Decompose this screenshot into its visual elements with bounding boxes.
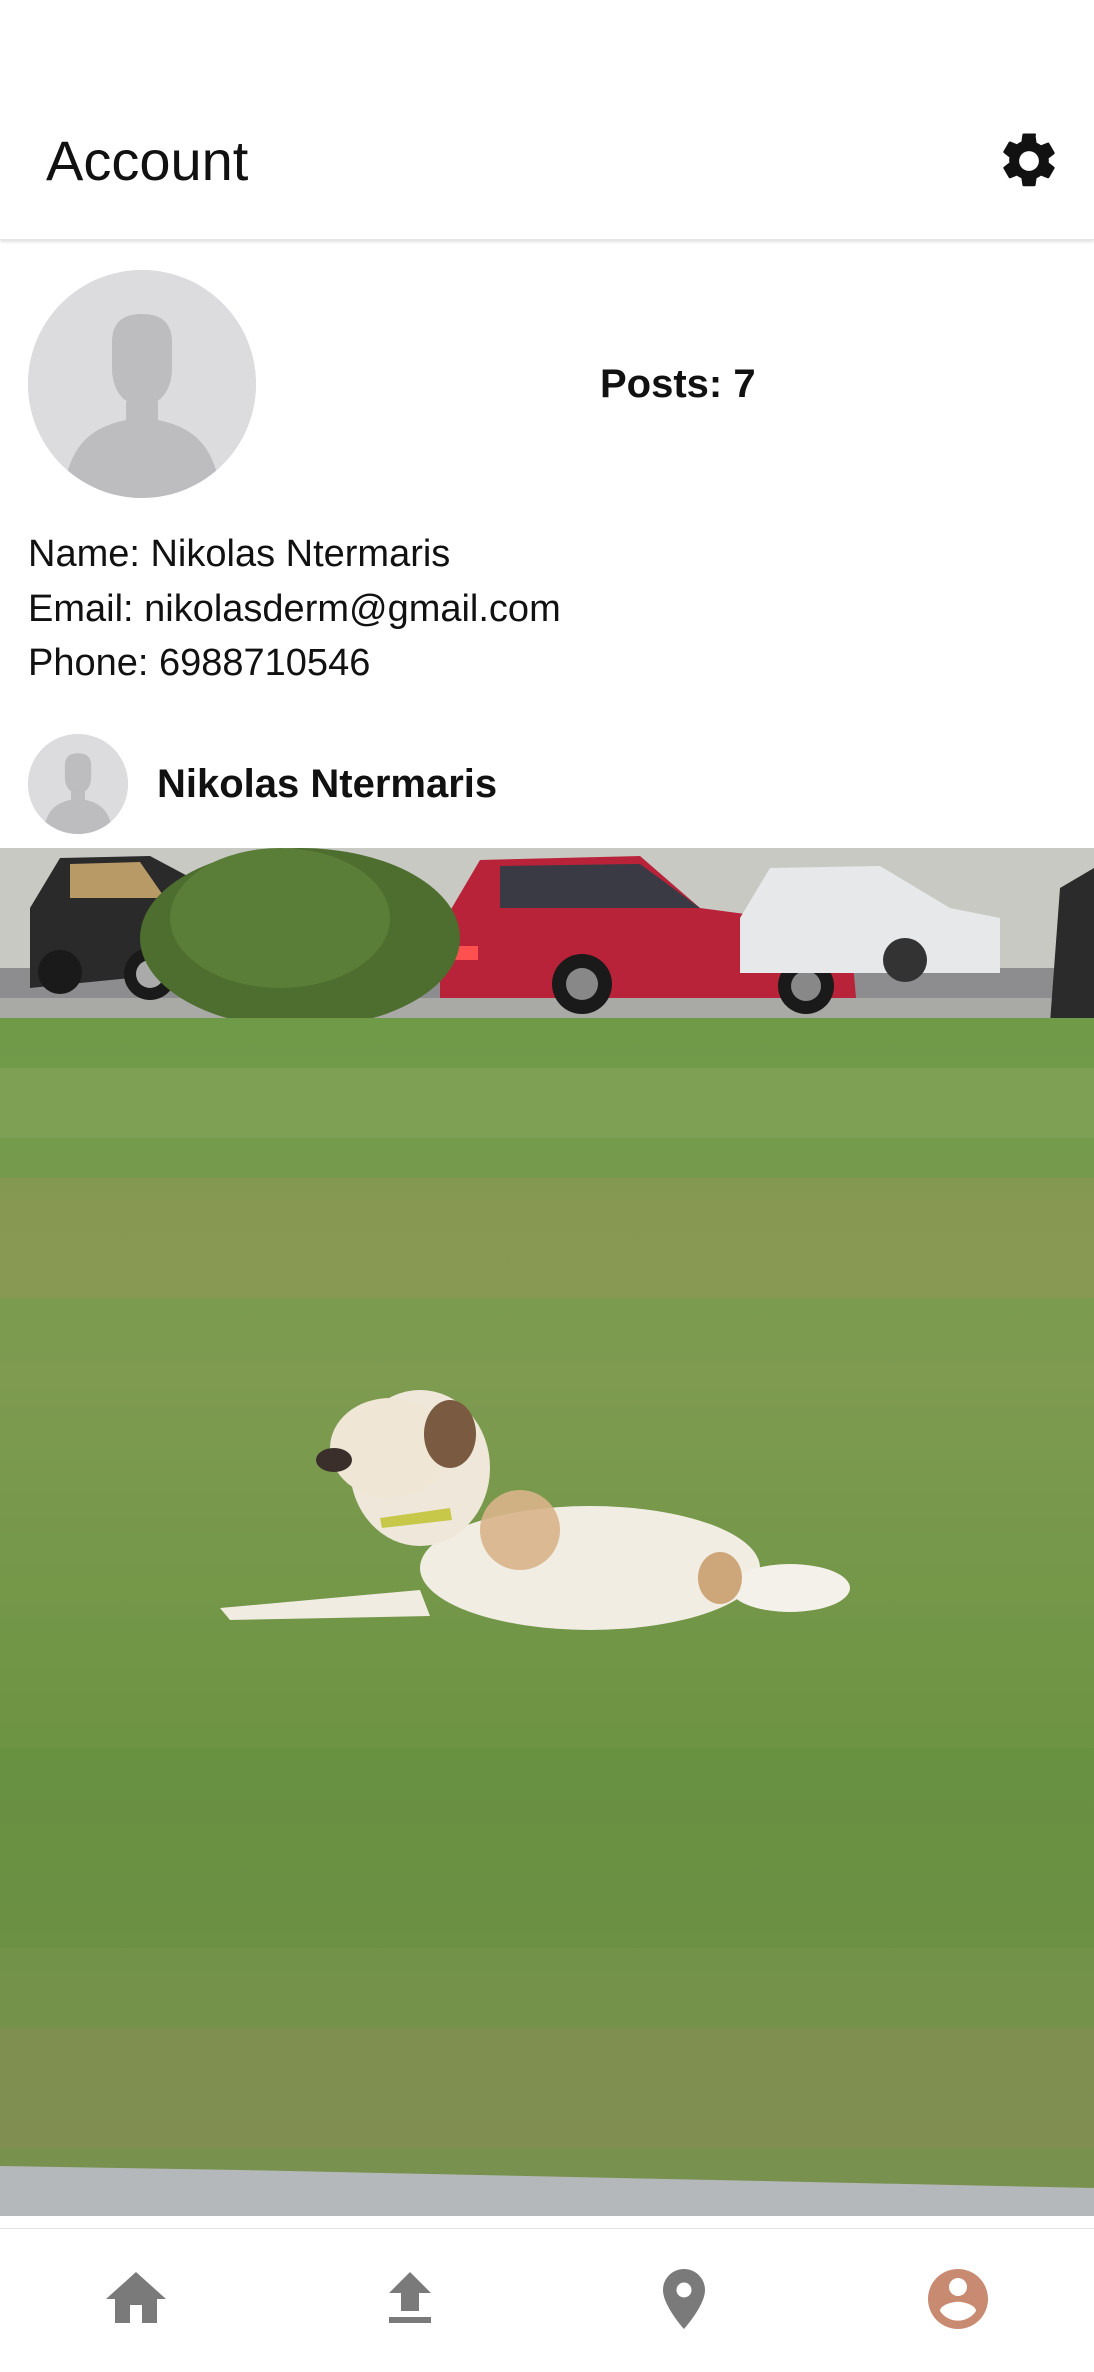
default-avatar-icon — [28, 734, 128, 834]
profile-phone: Phone: 6988710546 — [28, 642, 371, 684]
app-bar: Account — [0, 0, 1094, 240]
nav-account[interactable] — [922, 2263, 994, 2335]
post-photo[interactable] — [0, 848, 1094, 2216]
post-author-avatar — [28, 734, 128, 834]
page-title: Account — [46, 129, 249, 192]
map-pin-icon — [663, 2269, 705, 2329]
post-author-name: Nikolas Ntermaris — [157, 762, 498, 806]
profile-name: Name: Nikolas Ntermaris — [28, 533, 451, 575]
bottom-navigation — [0, 2228, 1094, 2372]
nav-map[interactable] — [648, 2263, 720, 2335]
profile-email: Email: nikolasderm@gmail.com — [28, 588, 561, 630]
profile-avatar — [28, 270, 256, 498]
upload-icon — [389, 2272, 431, 2323]
home-icon — [106, 2272, 166, 2323]
posts-count: Posts: 7 — [600, 362, 756, 406]
nav-upload[interactable] — [374, 2263, 446, 2335]
nav-home[interactable] — [100, 2263, 172, 2335]
gear-icon[interactable] — [996, 128, 1062, 194]
default-avatar-icon — [28, 270, 256, 498]
account-icon — [928, 2269, 988, 2329]
